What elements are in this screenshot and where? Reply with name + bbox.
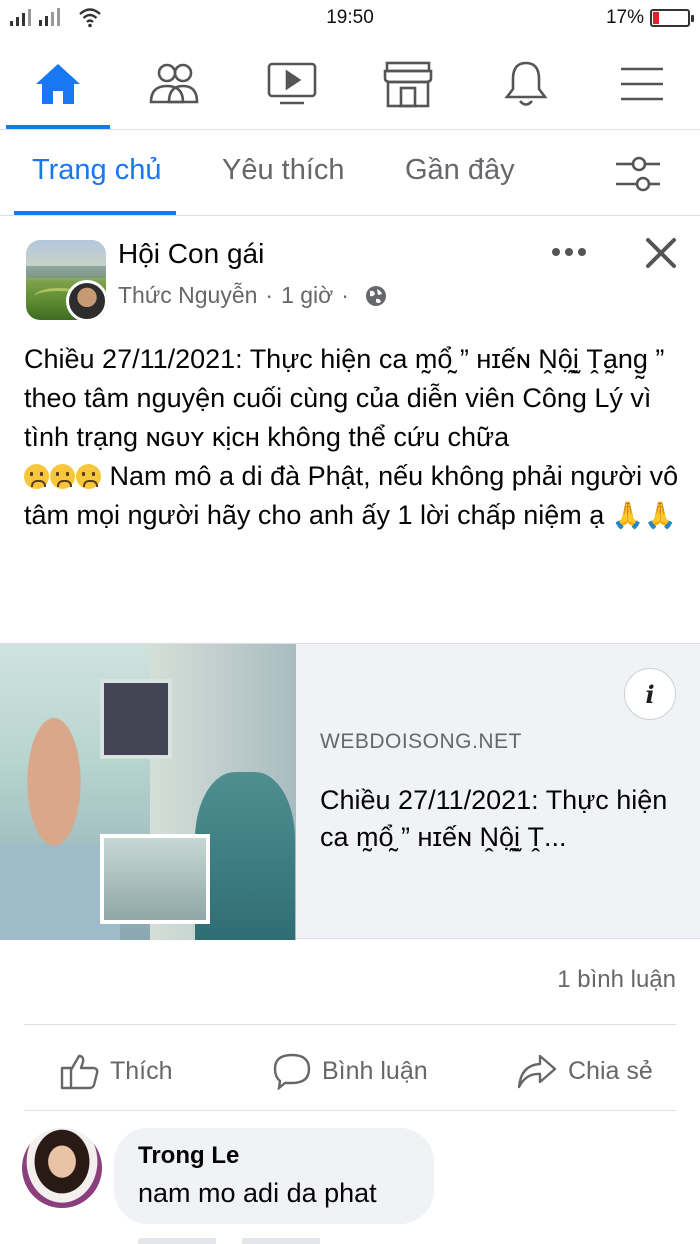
active-tab-indicator: [6, 125, 110, 129]
globe-icon: [365, 285, 386, 306]
more-options-icon[interactable]: [552, 240, 586, 264]
menu-icon[interactable]: [614, 56, 670, 112]
comment-button[interactable]: Bình luận: [272, 1052, 428, 1090]
post-actions: Thích Bình luận Chia sẻ: [0, 1030, 700, 1108]
post-text: Chiều 27/11/2021: Thực hiện ca m̰ổ̰ ” ʜɪ…: [24, 340, 684, 535]
thumbs-up-icon: [60, 1054, 99, 1090]
comment-label: Bình luận: [322, 1056, 428, 1085]
battery-icon: [650, 9, 694, 27]
tab-home[interactable]: Trang chủ: [32, 154, 162, 187]
like-button[interactable]: Thích: [60, 1052, 173, 1090]
comment-bubble-icon: [273, 1053, 311, 1090]
link-title[interactable]: Chiều 27/11/2021: Thực hiện ca m̰ổ̰ ” ʜɪ…: [320, 782, 680, 856]
post-time[interactable]: 1 giờ: [281, 282, 333, 309]
meta-separator: ·: [265, 282, 274, 308]
comment-text: nam mo adi da phat: [138, 1178, 377, 1208]
group-name[interactable]: Hội Con gái: [118, 238, 264, 270]
commenter-name[interactable]: Trong Le: [138, 1142, 239, 1170]
link-domain: WEBDOISONG.NET: [320, 730, 522, 753]
share-button[interactable]: Chia sẻ: [516, 1052, 653, 1090]
top-navigation-bar: [0, 40, 700, 130]
crying-face-emoji: [24, 464, 49, 489]
status-bar: 19:50 17%: [0, 0, 700, 36]
notifications-bell-icon[interactable]: [498, 56, 554, 112]
marketplace-icon[interactable]: [380, 56, 436, 112]
post-text-main: Chiều 27/11/2021: Thực hiện ca m̰ổ̰ ” ʜɪ…: [24, 344, 665, 452]
post-text-prayer: Nam mô a di đà Phật, nếu không phải ngườ…: [24, 461, 679, 530]
friends-icon[interactable]: [146, 56, 202, 112]
crying-face-emoji: [50, 464, 75, 489]
author-name[interactable]: Thức Nguyễn: [118, 282, 257, 309]
tab-recent[interactable]: Gần đây: [405, 154, 515, 187]
close-icon[interactable]: [640, 232, 682, 274]
info-icon[interactable]: i: [624, 668, 676, 720]
praying-hands-emoji: 🙏🙏: [611, 500, 677, 530]
post-text-second: Nam mô a di đà Phật, nếu không phải ngườ…: [24, 457, 684, 535]
link-preview-image[interactable]: [0, 644, 296, 940]
home-icon[interactable]: [30, 56, 86, 112]
sad-emoji-icon: [24, 461, 102, 491]
share-label: Chia sẻ: [568, 1056, 653, 1085]
battery-percent: 17%: [605, 7, 644, 28]
divider: [24, 1024, 676, 1025]
crying-face-emoji: [76, 464, 101, 489]
watch-video-icon[interactable]: [264, 56, 320, 112]
divider: [24, 1110, 676, 1111]
share-arrow-icon: [517, 1054, 557, 1089]
tab-favorites[interactable]: Yêu thích: [222, 154, 345, 187]
comment-actions-placeholder: [138, 1238, 398, 1244]
meta-separator: ·: [341, 282, 349, 308]
tab-underline: [14, 211, 176, 215]
author-avatar[interactable]: [66, 280, 108, 322]
post-meta: Thức Nguyễn · 1 giờ ·: [118, 282, 387, 309]
status-time: 19:50: [326, 7, 374, 28]
comment-count[interactable]: 1 bình luận: [557, 966, 676, 994]
commenter-avatar[interactable]: [22, 1128, 102, 1208]
feed-tabs: Trang chủ Yêu thích Gần đây: [0, 130, 700, 216]
like-label: Thích: [110, 1056, 173, 1085]
filter-sliders-icon[interactable]: [612, 154, 664, 194]
